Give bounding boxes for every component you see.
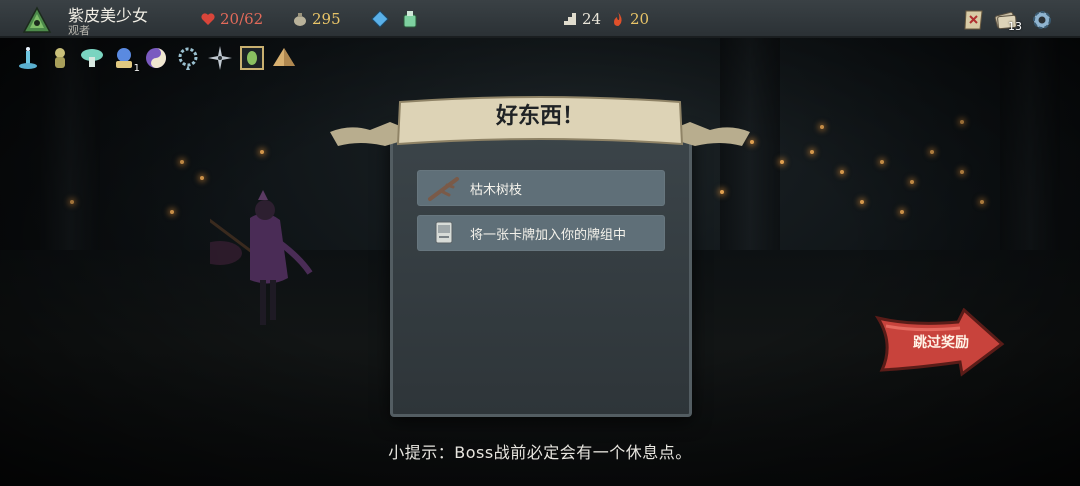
floor-value: 24 (582, 10, 602, 28)
relics-bar: 1 (14, 44, 298, 74)
ascension-value: 20 (630, 10, 650, 28)
gold-value: 295 (312, 10, 341, 28)
character-title: 观者 (68, 24, 90, 37)
dead-branch-icon (427, 173, 461, 203)
reward-item-add-card[interactable]: 将一张卡牌加入你的牌组中 (417, 215, 665, 251)
gold-bag-icon (292, 11, 308, 27)
relic-blue-candle-icon[interactable] (14, 44, 42, 72)
relic-golden-idol-icon[interactable] (46, 44, 74, 72)
watcher-class-icon (22, 6, 52, 34)
heart-icon (200, 11, 216, 27)
relic-mushroom-icon[interactable] (78, 44, 106, 72)
deck-count: 13 (1008, 20, 1022, 33)
card-icon (427, 218, 461, 248)
relic-counter: 1 (133, 63, 140, 74)
reward-item-dead-branch[interactable]: 枯木树枝 (417, 170, 665, 206)
relic-beetle-frame-icon[interactable] (238, 44, 266, 72)
ascension-display[interactable]: 20 (610, 10, 649, 28)
relic-pyramid-icon[interactable] (270, 44, 298, 72)
settings-gear-icon[interactable] (1030, 8, 1054, 32)
tip-text: 小提示：Boss战前必定会有一个休息点。 (388, 443, 692, 462)
green-potion-icon[interactable] (400, 9, 420, 29)
top-status-bar: 紫皮美少女 观者 20/62 295 24 20 13 (0, 0, 1080, 38)
deck-icon[interactable]: 13 (994, 8, 1022, 33)
reward-label: 枯木树枝 (470, 182, 523, 198)
hp-value: 20/62 (220, 10, 264, 28)
gold-display[interactable]: 295 (292, 10, 341, 28)
relic-shuriken-icon[interactable] (206, 44, 234, 72)
blue-potion-icon[interactable] (370, 9, 390, 29)
reward-label: 将一张卡牌加入你的牌组中 (470, 227, 627, 243)
floor-display[interactable]: 24 (562, 10, 601, 28)
stairs-icon (562, 11, 578, 27)
skip-reward-label: 跳过奖励 (913, 335, 969, 351)
map-icon[interactable] (962, 8, 986, 32)
relic-blue-orb-icon[interactable]: 1 (110, 44, 140, 74)
relic-rope-icon[interactable] (174, 44, 202, 72)
reward-panel-title: 好东西！ (495, 104, 584, 129)
watcher-character (179, 188, 320, 338)
flame-icon (610, 11, 626, 27)
relic-yin-yang-icon[interactable] (142, 44, 170, 72)
hp-display[interactable]: 20/62 (200, 10, 263, 28)
